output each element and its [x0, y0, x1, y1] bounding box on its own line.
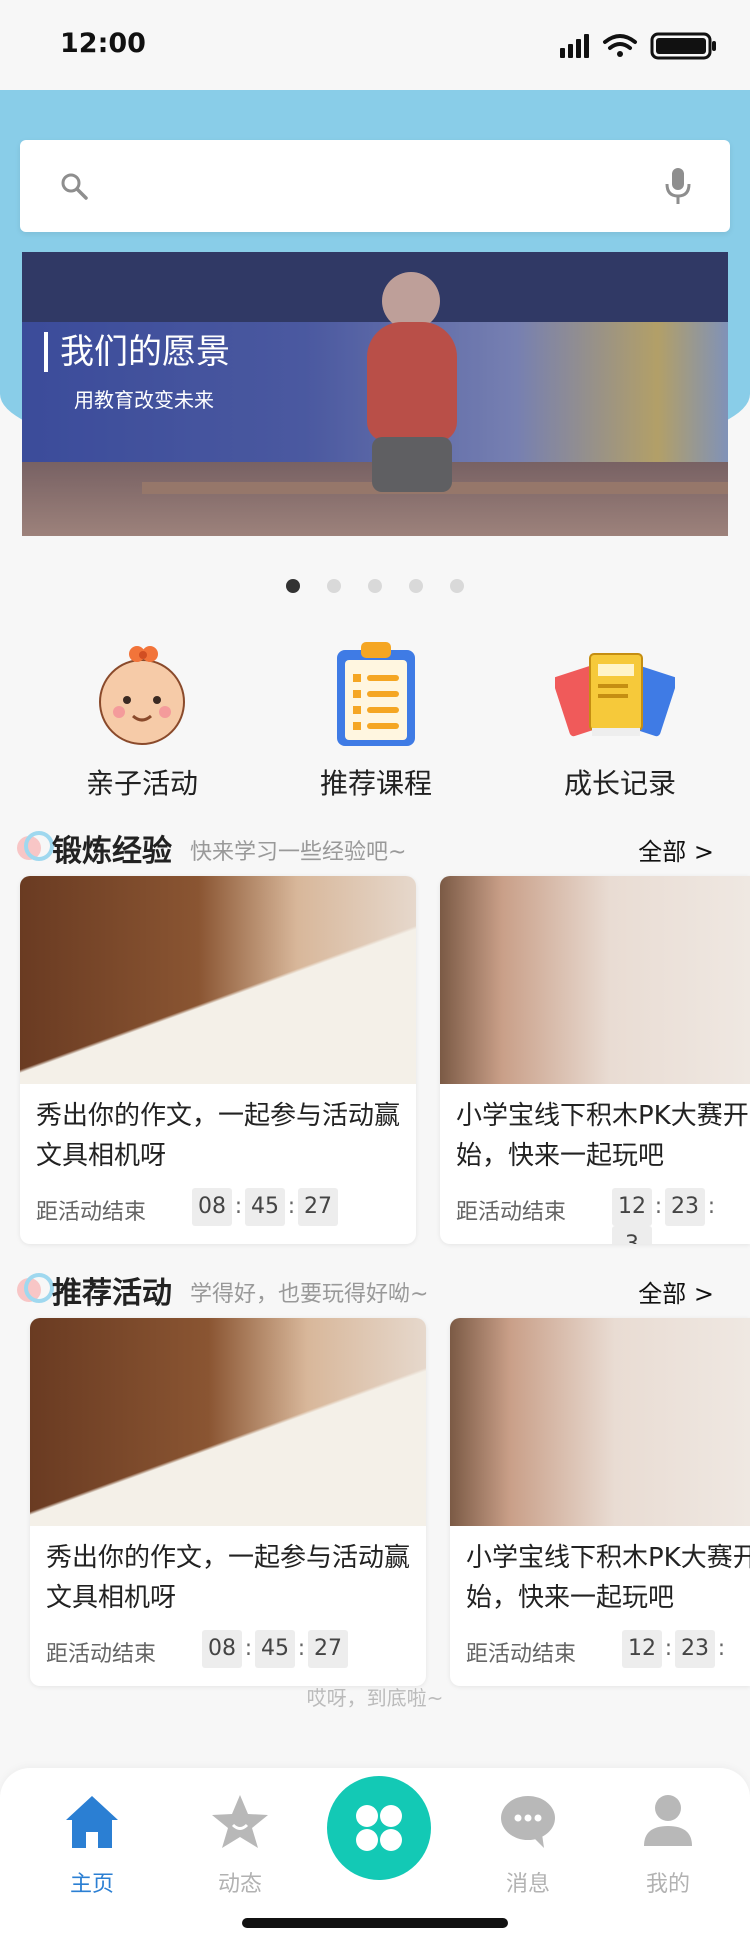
- battery-icon: [650, 32, 716, 60]
- card-image: [450, 1318, 750, 1526]
- countdown-timer: 08:45:27: [192, 1188, 338, 1226]
- pagination-dot[interactable]: [409, 579, 424, 593]
- card-title: 秀出你的作文，一起参与活动赢文具相机呀: [36, 1101, 401, 1171]
- section-title: 锻炼经验: [52, 834, 172, 869]
- wifi-icon: [603, 34, 637, 57]
- search-bar[interactable]: [20, 140, 730, 232]
- clipboard-checklist-icon: [337, 642, 415, 746]
- countdown-minutes: 23: [675, 1630, 715, 1668]
- countdown-hours: 12: [612, 1188, 652, 1226]
- card-title: 秀出你的作文，一起参与活动赢文具相机呀: [46, 1543, 411, 1613]
- countdown-label: 距活动结束: [456, 1200, 567, 1225]
- tab-feed[interactable]: 动态: [180, 1784, 300, 1904]
- four-dots-icon: [356, 1805, 402, 1851]
- tab-label: 我的: [645, 1872, 690, 1897]
- countdown-minutes: 45: [245, 1188, 285, 1226]
- category-parent-child[interactable]: 亲子活动: [42, 640, 242, 810]
- section-title: 推荐活动: [52, 1276, 172, 1311]
- home-indicator: [242, 1918, 508, 1928]
- section-tip: 学得好，也要玩得好呦~: [190, 1282, 429, 1307]
- books-icon: [555, 653, 675, 737]
- banner-subtitle: 用教育改变未来: [74, 388, 214, 412]
- countdown-timer: 12:23:3: [612, 1188, 750, 1244]
- category-growth-record[interactable]: 成长记录: [520, 640, 720, 810]
- category-label: 成长记录: [563, 767, 676, 800]
- activity-card[interactable]: 秀出你的作文，一起参与活动赢文具相机呀 距活动结束 08:45:27: [20, 876, 416, 1244]
- status-icons: [560, 32, 716, 60]
- countdown-timer: 12:23:: [622, 1630, 728, 1668]
- list-end-note: 哎呀，到底啦~: [306, 1686, 444, 1710]
- countdown-label: 距活动结束: [36, 1200, 147, 1225]
- countdown-minutes: 23: [665, 1188, 705, 1226]
- banner-title: 我们的愿景: [44, 332, 230, 372]
- countdown-label: 距活动结束: [46, 1642, 157, 1667]
- countdown-seconds: 3: [612, 1226, 652, 1244]
- banner-pagination: [0, 578, 750, 598]
- signal-icon: [560, 34, 589, 58]
- section-header-recommended: 推荐活动 学得好，也要玩得好呦~ 全部 >: [0, 1262, 750, 1312]
- tab-profile[interactable]: 我的: [608, 1784, 728, 1904]
- pagination-dot-active[interactable]: [285, 579, 300, 593]
- microphone-icon[interactable]: [664, 166, 692, 206]
- tab-messages[interactable]: 消息: [468, 1784, 588, 1904]
- section-header-experience: 锻炼经验 快来学习一些经验吧~ 全部 >: [0, 820, 750, 870]
- tab-label: 主页: [69, 1872, 114, 1897]
- star-icon: [212, 1795, 268, 1848]
- hero-banner[interactable]: 我们的愿景 用教育改变未来: [22, 252, 728, 536]
- view-all-link[interactable]: 全部 >: [638, 1274, 714, 1309]
- status-bar: 12:00: [0, 0, 750, 90]
- section-deco-icon: [17, 831, 54, 861]
- activity-card[interactable]: 小学宝线下积木PK大赛开始，快来一起玩吧 距活动结束 12:23:3: [440, 876, 750, 1244]
- card-image: [440, 876, 750, 1084]
- status-time: 12:00: [60, 28, 146, 59]
- countdown-seconds: 27: [308, 1630, 348, 1668]
- home-icon: [66, 1796, 118, 1848]
- countdown-hours: 08: [192, 1188, 232, 1226]
- activity-card[interactable]: 小学宝线下积木PK大赛开始，快来一起玩吧 距活动结束 12:23:: [450, 1318, 750, 1686]
- pagination-dot[interactable]: [368, 579, 382, 593]
- countdown-minutes: 45: [255, 1630, 295, 1668]
- section-tip: 快来学习一些经验吧~: [190, 840, 407, 865]
- countdown-label: 距活动结束: [466, 1642, 577, 1667]
- baby-face-icon: [99, 646, 185, 745]
- tab-label: 消息: [505, 1872, 550, 1897]
- section-deco-icon: [17, 1273, 54, 1303]
- card-image: [30, 1318, 426, 1526]
- countdown-hours: 08: [202, 1630, 242, 1668]
- pagination-dot[interactable]: [450, 579, 465, 593]
- view-all-link[interactable]: 全部 >: [638, 832, 714, 867]
- countdown-timer: 08:45:27: [202, 1630, 348, 1668]
- tab-label: 动态: [217, 1872, 262, 1897]
- activity-card[interactable]: 秀出你的作文，一起参与活动赢文具相机呀 距活动结束 08:45:27: [30, 1318, 426, 1686]
- card-image: [20, 876, 416, 1084]
- category-courses[interactable]: 推荐课程: [276, 640, 476, 810]
- search-input[interactable]: [110, 160, 654, 212]
- chat-bubble-icon: [501, 1796, 555, 1848]
- category-label: 推荐课程: [319, 767, 432, 800]
- search-icon[interactable]: [58, 170, 90, 202]
- center-action-button[interactable]: [327, 1776, 431, 1880]
- card-title: 小学宝线下积木PK大赛开始，快来一起玩吧: [466, 1543, 750, 1613]
- tab-home[interactable]: 主页: [32, 1784, 152, 1904]
- person-icon: [644, 1795, 692, 1846]
- category-label: 亲子活动: [85, 767, 198, 800]
- countdown-seconds: 27: [298, 1188, 338, 1226]
- countdown-hours: 12: [622, 1630, 662, 1668]
- card-title: 小学宝线下积木PK大赛开始，快来一起玩吧: [456, 1101, 749, 1171]
- pagination-dot[interactable]: [326, 579, 341, 593]
